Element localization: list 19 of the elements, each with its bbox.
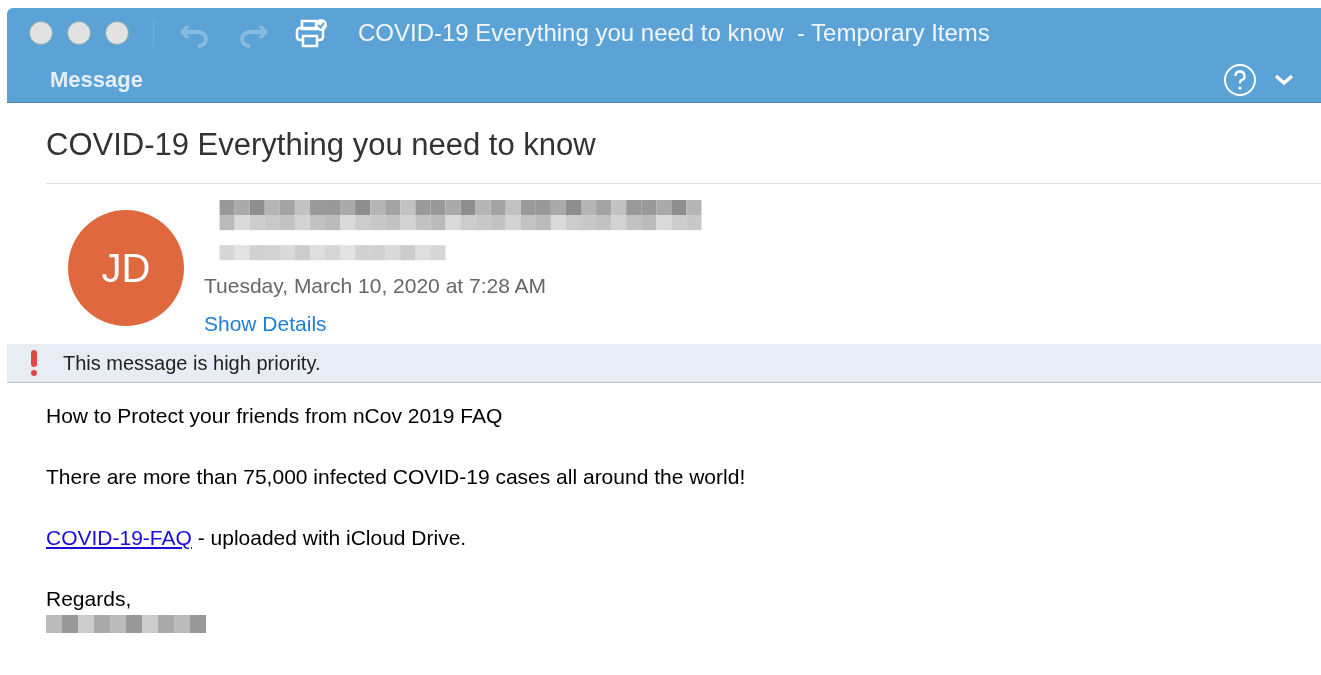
body-paragraph: How to Protect your friends from nCov 2019 FAQ: [46, 403, 504, 428]
close-button[interactable]: [29, 21, 53, 45]
show-details-link[interactable]: Show Details: [204, 312, 327, 336]
priority-notice: This message is high priority.: [63, 351, 321, 375]
sender-avatar: JD: [68, 210, 184, 326]
file-link[interactable]: COVID-19-FAQ: [46, 526, 192, 549]
body-paragraph: COVID-19-FAQ - uploaded with iCloud Drive.: [46, 525, 468, 550]
message-subject: COVID-19 Everything you need to know: [46, 127, 1321, 184]
minimize-button[interactable]: [67, 21, 91, 45]
message-date: Tuesday, March 10, 2020 at 7:28 AM: [204, 274, 548, 298]
zoom-button[interactable]: [105, 21, 129, 45]
printer-icon[interactable]: [294, 18, 328, 48]
help-icon[interactable]: [1223, 63, 1257, 97]
body-paragraph: There are more than 75,000 infected COVID-19 cases all around the world!: [46, 464, 747, 489]
window-title: COVID-19 Everything you need to know - Temporary Items: [358, 19, 990, 47]
chevron-down-icon[interactable]: [1273, 73, 1295, 87]
message-tab[interactable]: Message: [50, 67, 143, 93]
exclamation-icon: [29, 350, 39, 376]
body-paragraph: Regards,: [46, 586, 133, 611]
